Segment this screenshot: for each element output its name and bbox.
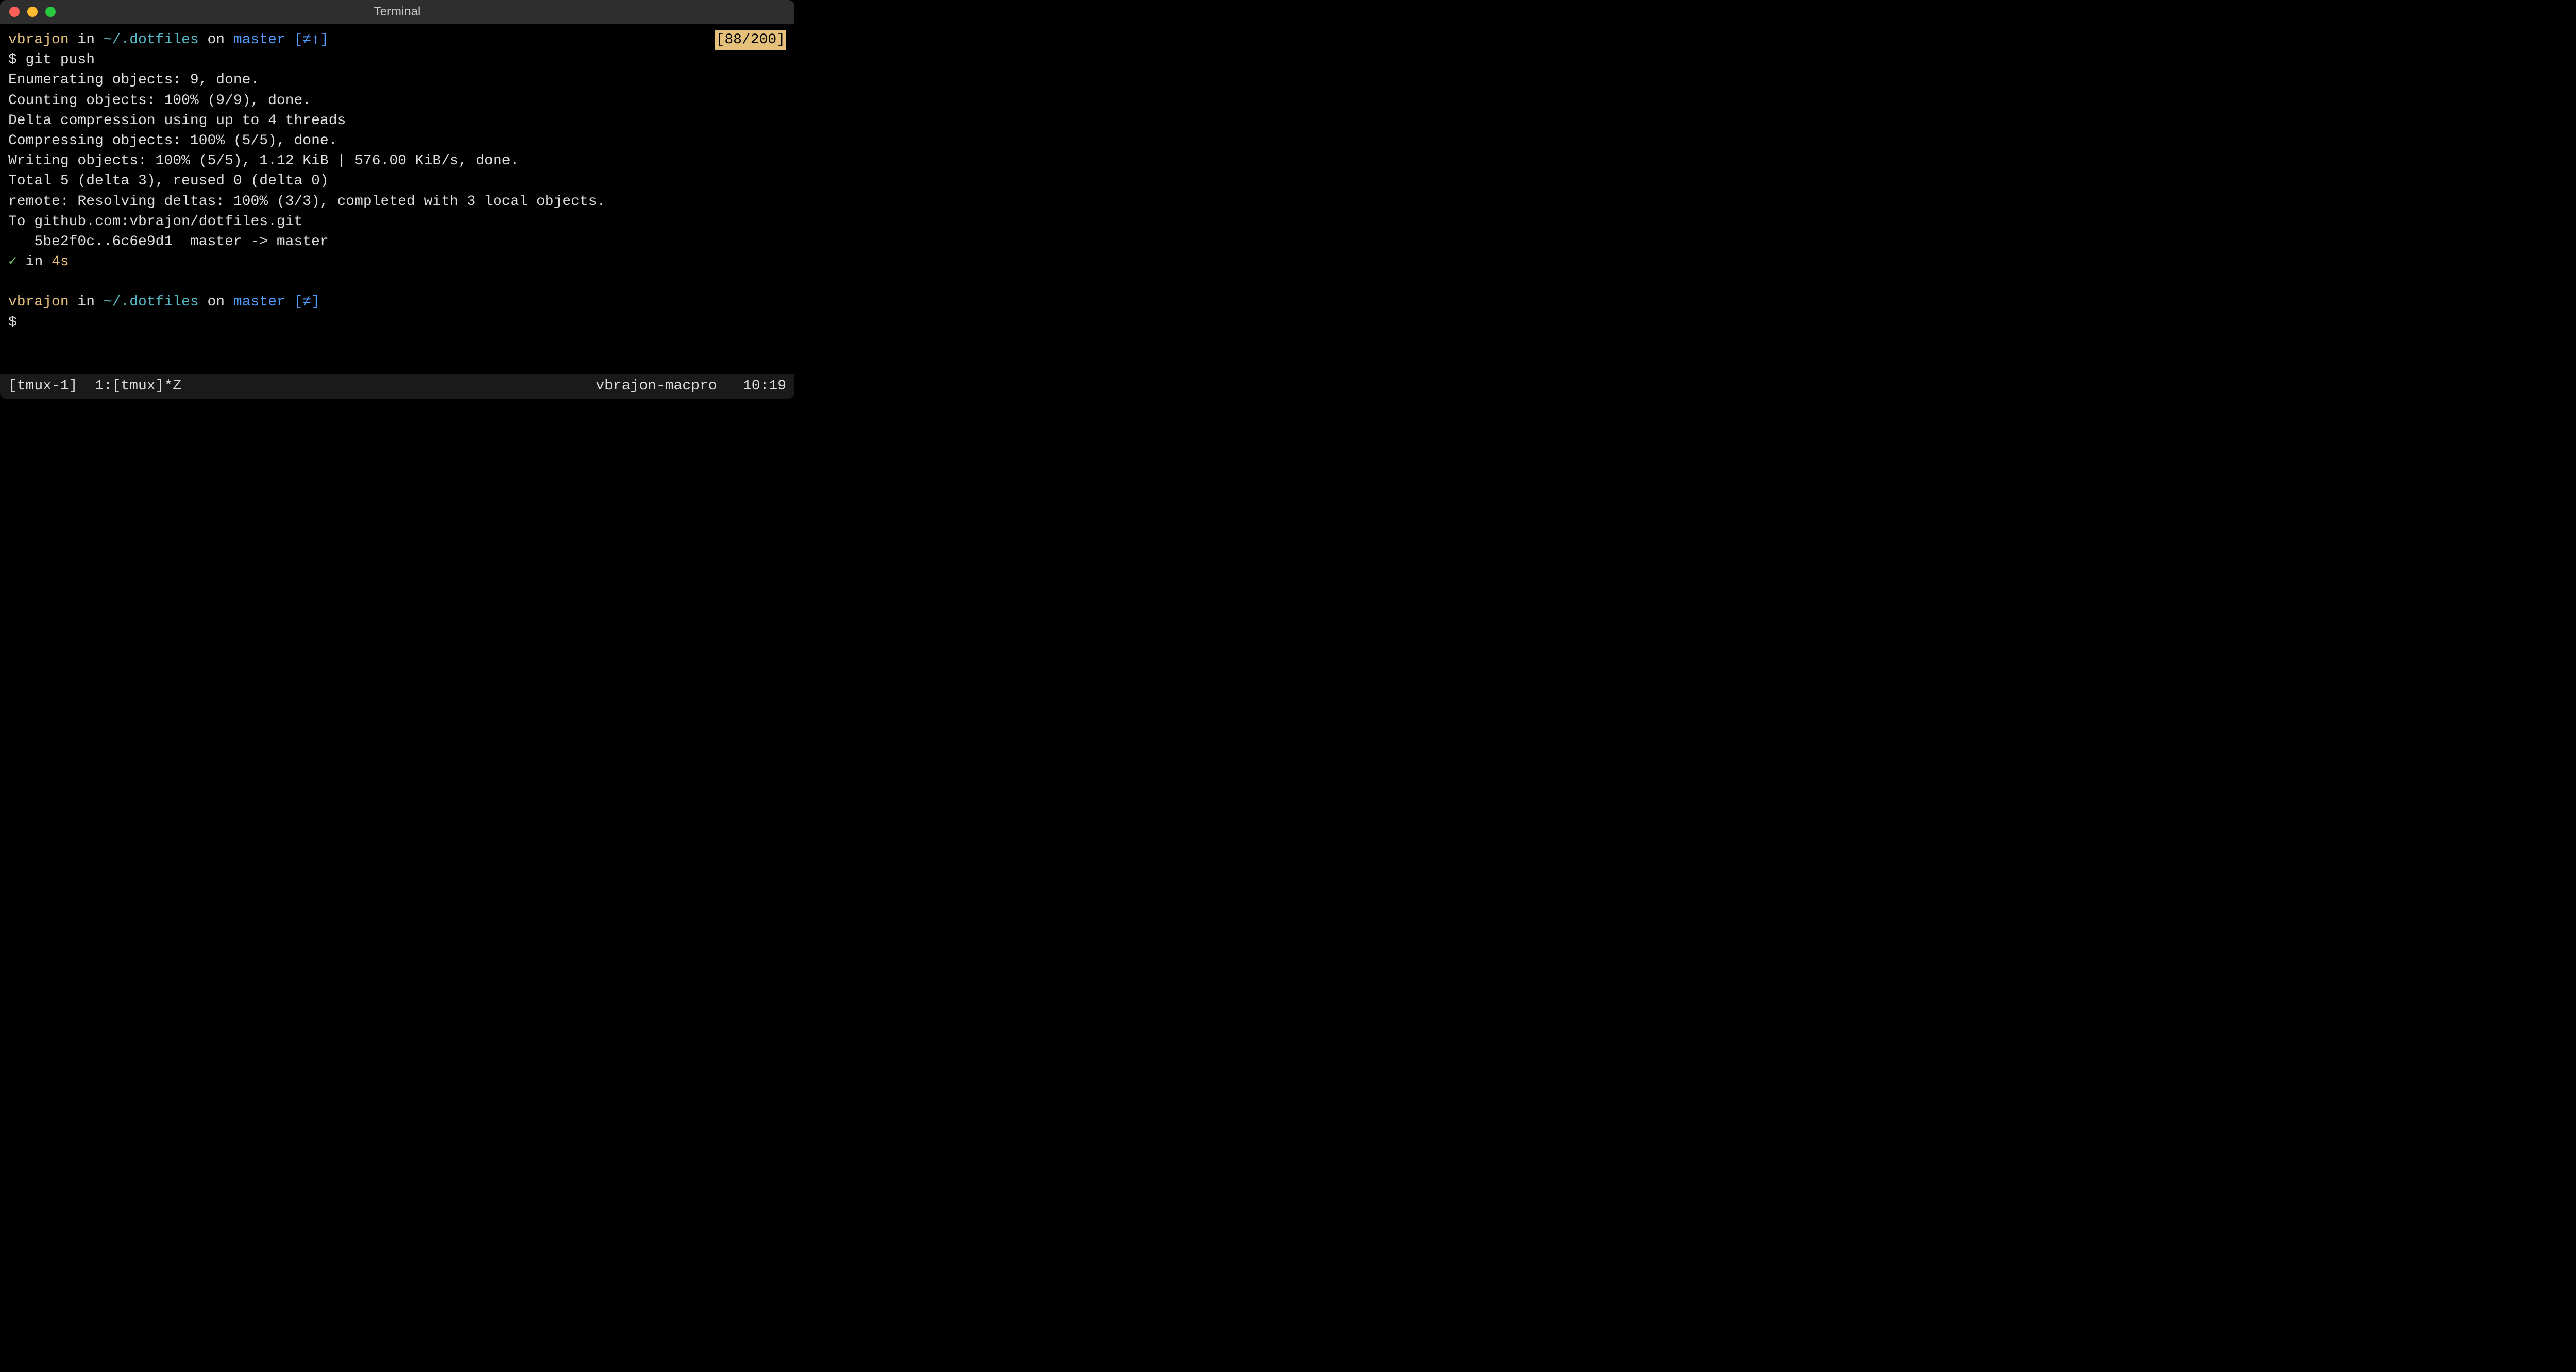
prompt-user: vbrajon <box>8 32 69 48</box>
result-sep: in <box>17 254 52 270</box>
output-line: remote: Resolving deltas: 100% (3/3), co… <box>8 192 786 212</box>
tmux-session-info: [tmux-1] 1:[tmux]*Z <box>8 376 181 396</box>
minimize-icon[interactable] <box>27 7 38 17</box>
terminal-window: Terminal [88/200] vbrajon in ~/.dotfiles… <box>0 0 794 399</box>
prompt-sep: in <box>69 294 104 310</box>
prompt-path: ~/.dotfiles <box>104 32 199 48</box>
tmux-time: 10:19 <box>743 378 786 394</box>
output-line: Enumerating objects: 9, done. <box>8 70 786 90</box>
prompt-git-status: [≠↑] <box>285 32 329 48</box>
result-duration: 4s <box>52 254 69 270</box>
prompt-line: vbrajon in ~/.dotfiles on master [≠] <box>8 292 786 312</box>
tmux-host: vbrajon-macpro <box>596 378 717 394</box>
prompt-line: vbrajon in ~/.dotfiles on master [≠↑] <box>8 30 786 50</box>
prompt-user: vbrajon <box>8 294 69 310</box>
output-line: Compressing objects: 100% (5/5), done. <box>8 131 786 151</box>
terminal-body[interactable]: [88/200] vbrajon in ~/.dotfiles on maste… <box>0 24 794 374</box>
output-line: Counting objects: 100% (9/9), done. <box>8 91 786 111</box>
output-line: 5be2f0c..6c6e9d1 master -> master <box>8 232 786 252</box>
history-badge: [88/200] <box>715 30 786 50</box>
traffic-lights <box>9 7 56 17</box>
result-line: ✓ in 4s <box>8 252 786 272</box>
tmux-status-bar: [tmux-1] 1:[tmux]*Z vbrajon-macpro 10:19 <box>0 374 794 399</box>
blank-line <box>8 272 786 292</box>
output-line: Writing objects: 100% (5/5), 1.12 KiB | … <box>8 151 786 171</box>
check-icon: ✓ <box>8 254 17 270</box>
window-title: Terminal <box>374 3 421 21</box>
titlebar: Terminal <box>0 0 794 24</box>
prompt-branch: master <box>233 294 285 310</box>
prompt-sep: in <box>69 32 104 48</box>
prompt-sep: on <box>199 32 233 48</box>
prompt-sep: on <box>199 294 233 310</box>
prompt-path: ~/.dotfiles <box>104 294 199 310</box>
output-line: Total 5 (delta 3), reused 0 (delta 0) <box>8 171 786 191</box>
tmux-host-time: vbrajon-macpro 10:19 <box>596 376 786 396</box>
maximize-icon[interactable] <box>45 7 56 17</box>
output-line: Delta compression using up to 4 threads <box>8 111 786 131</box>
prompt-branch: master <box>233 32 285 48</box>
close-icon[interactable] <box>9 7 20 17</box>
command-line[interactable]: $ <box>8 313 786 333</box>
command-line: $ git push <box>8 50 786 70</box>
output-line: To github.com:vbrajon/dotfiles.git <box>8 212 786 232</box>
prompt-git-status: [≠] <box>285 294 320 310</box>
